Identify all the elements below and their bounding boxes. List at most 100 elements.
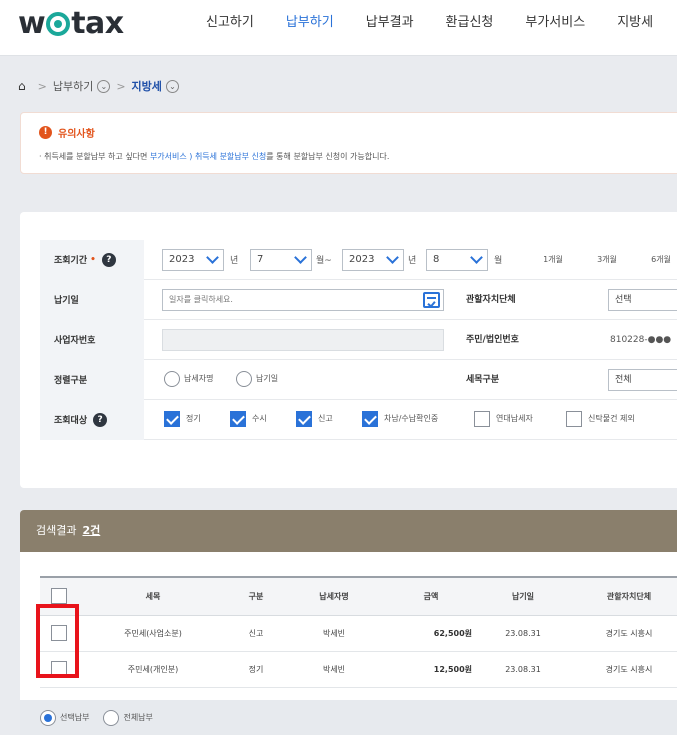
jurisdiction-select[interactable]: 선택 <box>608 288 677 311</box>
cell-region: 경기도 시흥시 <box>568 615 677 652</box>
row-target: 조회대상? 정기 수시 신고 차남/수납확인중 연대납세자 신탁물건 제외 <box>40 399 677 440</box>
nav-item-local-tax[interactable]: 지방세 <box>601 0 669 56</box>
cell-due: 23.08.31 <box>478 615 568 652</box>
cell-region: 경기도 시흥시 <box>568 651 677 688</box>
help-icon[interactable]: ? <box>93 412 108 427</box>
col-payer: 납세자명 <box>284 576 384 616</box>
notice-title: ! 유의사항 <box>39 125 95 140</box>
from-month-select[interactable]: 7 <box>250 248 312 271</box>
sort-due-radio[interactable]: 납기일 <box>236 370 278 387</box>
target-report-checkbox[interactable]: 신고 <box>296 410 333 427</box>
sort-type-label: 정렬구분 <box>40 359 144 400</box>
chevron-down-icon <box>386 250 399 264</box>
cell-amount: 62,500원 <box>384 615 478 652</box>
month-unit-tilde: 월~ <box>316 255 332 266</box>
to-month-select[interactable]: 8 <box>426 248 488 271</box>
notice-link[interactable]: 부가서비스 ) 취득세 분할납부 신청 <box>150 152 266 161</box>
tax-type-select[interactable]: 전체 <box>608 368 677 391</box>
payment-option-bar: 선택납부 전체납부 <box>20 700 677 735</box>
col-due: 납기일 <box>478 576 568 616</box>
help-icon[interactable]: ? <box>101 252 116 267</box>
due-date-cell: 일자를 클릭하세요. 관할자치단체 선택 <box>144 280 677 320</box>
chevron-down-icon <box>470 250 483 264</box>
bizno-label: 사업자번호 <box>40 319 144 360</box>
nav-item-file-report[interactable]: 신고하기 <box>190 0 270 56</box>
row-period: 조회기간 •? 2023 년 7 월~ 2023 년 8 월 1개월 3개월 6개… <box>40 239 677 280</box>
to-year-select[interactable]: 2023 <box>342 248 404 271</box>
wetax-logo[interactable]: w tax <box>18 6 124 41</box>
cell-payer: 박세빈 <box>284 651 384 688</box>
breadcrumb: ⌂ > 납부하기 ⌄ > 지방세 ⌄ <box>18 78 179 94</box>
notice-box: ! 유의사항 · 취득세를 분할납부 하고 싶다면 부가서비스 ) 취득세 분할납… <box>20 112 677 174</box>
target-joint-payer-checkbox[interactable]: 연대납세자 <box>474 410 533 427</box>
notice-text: · 취득세를 분할납부 하고 싶다면 부가서비스 ) 취득세 분할납부 신청를 … <box>39 152 390 161</box>
year-unit: 년 <box>408 255 417 266</box>
search-panel: 조회기간 •? 2023 년 7 월~ 2023 년 8 월 1개월 3개월 6개… <box>20 212 677 488</box>
target-exclude-trust-checkbox[interactable]: 신탁물건 제외 <box>566 410 635 427</box>
results-count[interactable]: 2건 <box>82 524 100 537</box>
sort-payer-radio[interactable]: 납세자명 <box>164 370 213 387</box>
col-tax: 세목 <box>78 576 228 616</box>
selected-payment-radio[interactable]: 선택납부 <box>40 709 89 726</box>
nav-item-payment[interactable]: 납부하기 <box>270 0 350 56</box>
highlight-box <box>36 604 79 678</box>
cell-kind: 정기 <box>228 651 284 688</box>
nav-item-extra-services[interactable]: 부가서비스 <box>509 0 601 56</box>
sort-type-cell: 납세자명 납기일 세목구분 전체 <box>144 360 677 400</box>
year-unit: 년 <box>230 255 239 266</box>
breadcrumb-level2[interactable]: 지방세 <box>132 78 162 94</box>
period-1month-button[interactable]: 1개월 <box>530 249 576 271</box>
row-due-date: 납기일 일자를 클릭하세요. 관할자치단체 선택 <box>40 279 677 320</box>
nav-item-payment-result[interactable]: 납부결과 <box>350 0 430 56</box>
target-pending-checkbox[interactable]: 차남/수납확인중 <box>362 410 438 427</box>
chevron-down-icon[interactable]: ⌄ <box>97 79 111 93</box>
radio-circle <box>164 370 180 387</box>
target-occasional-checkbox[interactable]: 수시 <box>230 410 267 427</box>
chevron-down-icon[interactable]: ⌄ <box>165 79 179 93</box>
table-header-row: 세목 구분 납세자명 금액 납기일 관할자치단체 <box>40 576 677 616</box>
table-row[interactable]: 주민세(개인분) 정기 박세빈 12,500원 23.08.31 경기도 시흥시 <box>40 651 677 688</box>
cell-amount: 12,500원 <box>384 651 478 688</box>
select-all-checkbox[interactable] <box>51 588 67 605</box>
checkbox-box <box>474 410 490 427</box>
search-form: 조회기간 •? 2023 년 7 월~ 2023 년 8 월 1개월 3개월 6개… <box>40 239 677 440</box>
target-cell: 정기 수시 신고 차남/수납확인중 연대납세자 신탁물건 제외 <box>144 400 677 440</box>
period-cell: 2023 년 7 월~ 2023 년 8 월 1개월 3개월 6개월 <box>144 240 677 280</box>
bizno-cell: 주민/법인번호 810228-●●● <box>144 320 677 360</box>
nav-item-refund[interactable]: 환급신청 <box>430 0 510 56</box>
period-6month-button[interactable]: 6개월 <box>638 249 677 271</box>
home-icon[interactable]: ⌂ <box>18 79 26 93</box>
col-kind: 구분 <box>228 576 284 616</box>
checkbox-box <box>230 410 246 427</box>
cell-tax: 주민세(개인분) <box>78 651 228 688</box>
checkbox-box <box>566 410 582 427</box>
chevron-down-icon <box>294 250 307 264</box>
results-header: 검색결과 2건 <box>20 510 677 552</box>
tax-type-label: 세목구분 <box>466 374 500 385</box>
logo-circle-icon <box>46 12 71 36</box>
full-payment-radio[interactable]: 전체납부 <box>103 709 153 726</box>
month-unit: 월 <box>494 255 503 266</box>
checkbox-box <box>164 410 180 427</box>
target-label: 조회대상? <box>40 399 144 440</box>
target-regular-checkbox[interactable]: 정기 <box>164 410 201 427</box>
radio-circle <box>40 709 56 726</box>
calendar-icon[interactable] <box>423 291 440 308</box>
breadcrumb-separator-icon: > <box>116 79 126 93</box>
cell-tax: 주민세(사업소분) <box>78 615 228 652</box>
breadcrumb-separator-icon: > <box>37 79 47 93</box>
due-date-label: 납기일 <box>40 279 144 320</box>
from-year-select[interactable]: 2023 <box>162 248 224 271</box>
chevron-down-icon <box>206 250 219 264</box>
due-date-input[interactable]: 일자를 클릭하세요. <box>162 288 444 311</box>
radio-circle <box>103 709 120 726</box>
breadcrumb-level1[interactable]: 납부하기 <box>53 78 93 94</box>
jurisdiction-label: 관할자치단체 <box>466 294 516 305</box>
resident-no-value: 810228-●●● <box>610 334 672 345</box>
bizno-input <box>162 328 444 351</box>
cell-due: 23.08.31 <box>478 651 568 688</box>
table-row[interactable]: 주민세(사업소분) 신고 박세빈 62,500원 23.08.31 경기도 시흥… <box>40 615 677 652</box>
period-3month-button[interactable]: 3개월 <box>584 249 630 271</box>
radio-circle <box>236 370 252 387</box>
resident-no-label: 주민/법인번호 <box>466 334 519 345</box>
